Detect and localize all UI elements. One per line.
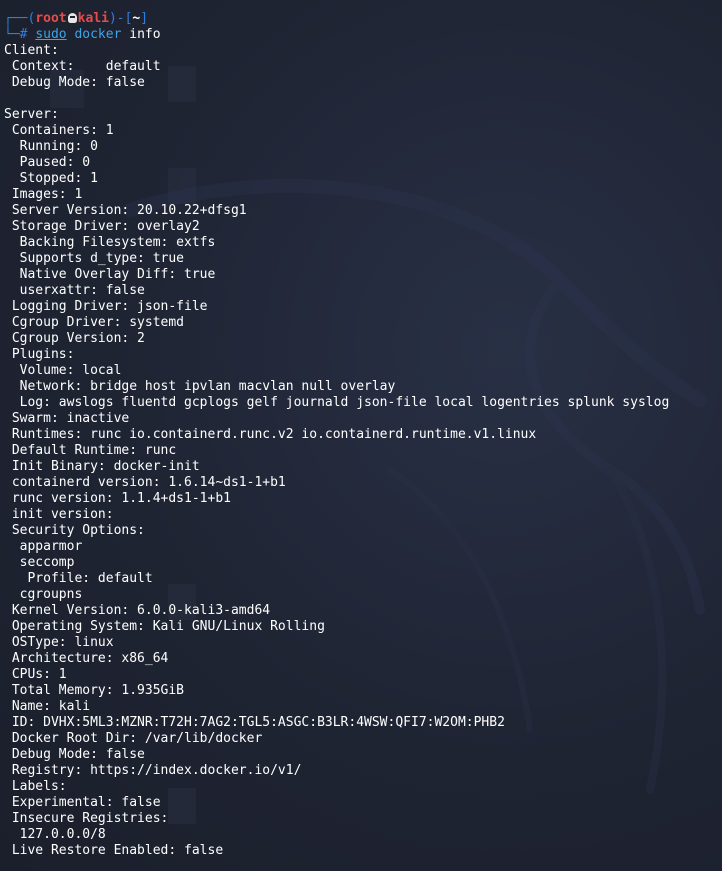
- prompt-frame-mid: )-[: [108, 11, 133, 26]
- output-line: Server Version: 20.10.22+dfsg1: [4, 203, 247, 218]
- output-line: Debug Mode: false: [4, 75, 145, 90]
- output-line: Running: 0: [4, 139, 98, 154]
- docker-info-output: Client: Context: default Debug Mode: fal…: [4, 43, 722, 859]
- output-line: Server:: [4, 107, 59, 122]
- output-line: Default Runtime: runc: [4, 443, 177, 458]
- output-line: Cgroup Driver: systemd: [4, 315, 185, 330]
- output-line: Runtimes: runc io.containerd.runc.v2 io.…: [4, 427, 537, 442]
- output-line: Storage Driver: overlay2: [4, 219, 200, 234]
- command-docker: docker: [74, 27, 122, 42]
- prompt-frame-open: ┌──(: [4, 11, 36, 26]
- output-line: Name: kali: [4, 699, 91, 714]
- output-line: apparmor: [4, 539, 83, 554]
- output-line: init version:: [4, 507, 114, 522]
- prompt-user: root: [35, 11, 67, 26]
- output-line: Swarm: inactive: [4, 411, 130, 426]
- output-line: Total Memory: 1.935GiB: [4, 683, 185, 698]
- output-line: ID: DVHX:5ML3:MZNR:T72H:7AG2:TGL5:ASGC:B…: [4, 715, 505, 730]
- output-line: Experimental: false: [4, 795, 161, 810]
- output-line: Network: bridge host ipvlan macvlan null…: [4, 379, 396, 394]
- output-line: Volume: local: [4, 363, 122, 378]
- output-line: containerd version: 1.6.14~ds1-1+b1: [4, 475, 286, 490]
- command-line[interactable]: └─# sudo docker info: [4, 27, 722, 43]
- output-line: Labels:: [4, 779, 67, 794]
- terminal-window[interactable]: ┌──(root kali)-[~] └─# sudo docker info C…: [0, 0, 722, 871]
- terminal-output: ┌──(root kali)-[~] └─# sudo docker info C…: [0, 0, 722, 859]
- output-line: Context: default: [4, 59, 161, 74]
- output-line: Stopped: 1: [4, 171, 98, 186]
- prompt-host: kali: [77, 11, 109, 26]
- output-line: CPUs: 1: [4, 667, 67, 682]
- output-line: Kernel Version: 6.0.0-kali3-amd64: [4, 603, 271, 618]
- output-line: cgroupns: [4, 587, 83, 602]
- output-line: OSType: linux: [4, 635, 114, 650]
- output-line: Architecture: x86_64: [4, 651, 169, 666]
- output-line: Backing Filesystem: extfs: [4, 235, 216, 250]
- output-line: Native Overlay Diff: true: [4, 267, 216, 282]
- output-line: Operating System: Kali GNU/Linux Rolling: [4, 619, 325, 634]
- command-args: info: [121, 27, 161, 42]
- prompt-line: ┌──(root kali)-[~]: [4, 11, 722, 27]
- output-line: Logging Driver: json-file: [4, 299, 208, 314]
- output-line: Registry: https://index.docker.io/v1/: [4, 763, 302, 778]
- output-line: runc version: 1.1.4+ds1-1+b1: [4, 491, 231, 506]
- output-line: Cgroup Version: 2: [4, 331, 145, 346]
- output-line: Debug Mode: false: [4, 747, 145, 762]
- output-line: Live Restore Enabled: false: [4, 843, 224, 858]
- command-sudo: sudo: [35, 27, 67, 42]
- output-line: Docker Root Dir: /var/lib/docker: [4, 731, 263, 746]
- output-line: Init Binary: docker-init: [4, 459, 200, 474]
- output-line: userxattr: false: [4, 283, 145, 298]
- output-line: 127.0.0.0/8: [4, 827, 106, 842]
- output-line: Client:: [4, 43, 59, 58]
- output-line: Supports d_type: true: [4, 251, 185, 266]
- output-line: Containers: 1: [4, 123, 114, 138]
- output-line: Security Options:: [4, 523, 145, 538]
- output-line: Log: awslogs fluentd gcplogs gelf journa…: [4, 395, 670, 410]
- output-line: Plugins:: [4, 347, 75, 362]
- output-line: Paused: 0: [4, 155, 91, 170]
- output-line: Insecure Registries:: [4, 811, 169, 826]
- output-line: Profile: default: [4, 571, 153, 586]
- output-line: seccomp: [4, 555, 75, 570]
- prompt-frame-close: ]: [140, 11, 149, 26]
- output-line: Images: 1: [4, 187, 83, 202]
- skull-icon: [67, 13, 77, 23]
- prompt-second-line-prefix: └─#: [4, 27, 36, 42]
